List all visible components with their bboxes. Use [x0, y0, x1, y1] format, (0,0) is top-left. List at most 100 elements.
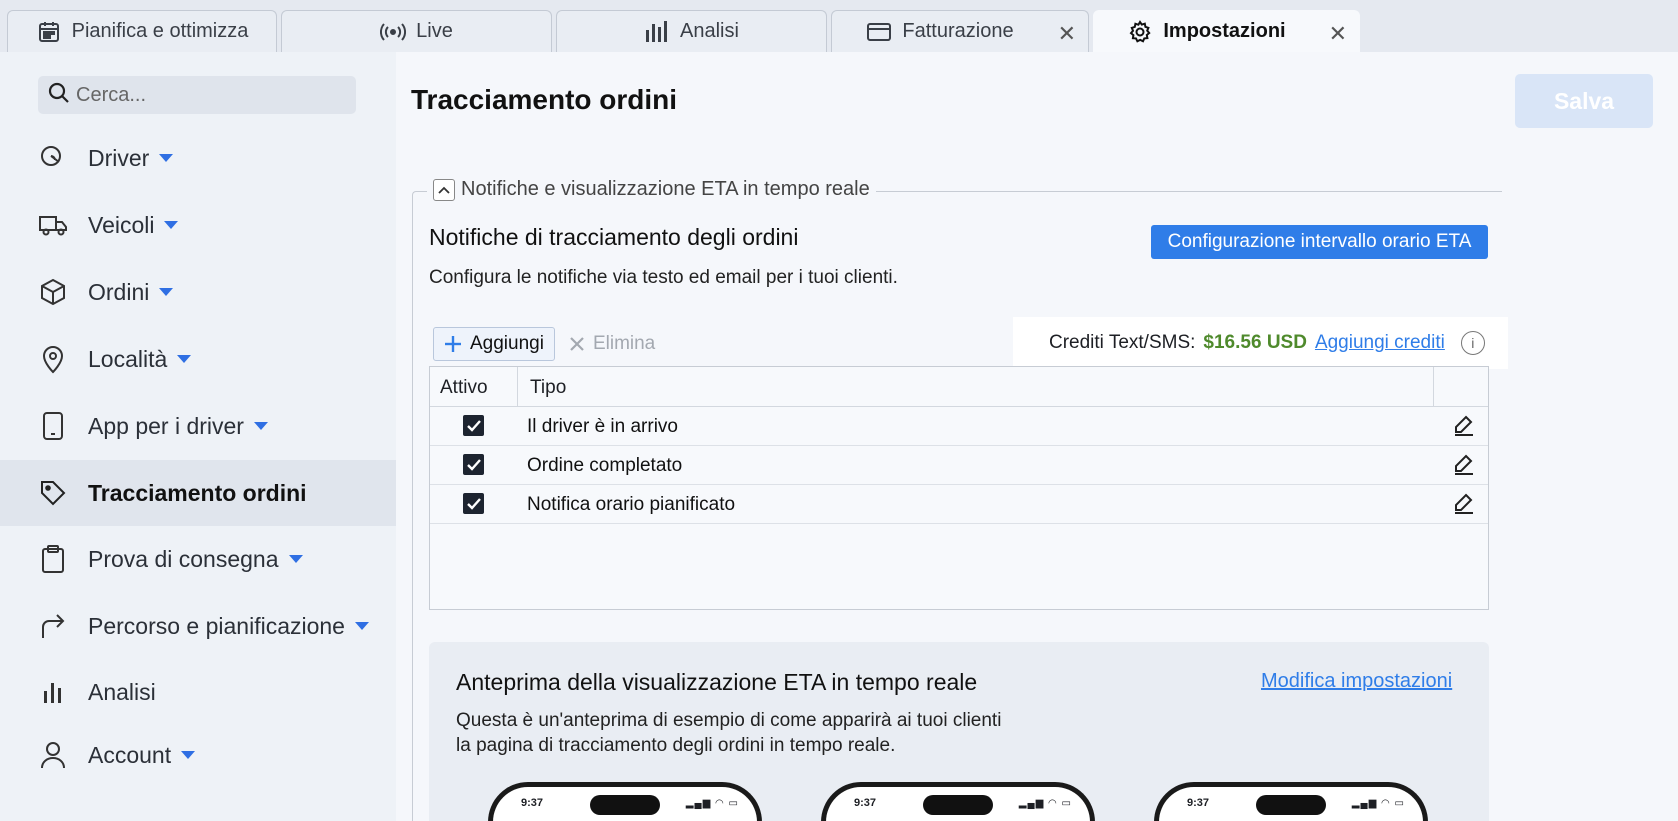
- chevron-down-icon: [181, 751, 196, 759]
- phone-notch: [923, 795, 993, 815]
- chevron-down-icon: [354, 622, 369, 630]
- sidebar-item-percorso[interactable]: Percorso e pianificazione: [0, 593, 396, 659]
- row-type: Ordine completato: [527, 455, 683, 476]
- tab-live[interactable]: Live: [281, 10, 552, 52]
- pencil-icon[interactable]: [1452, 491, 1478, 517]
- tab-analisi[interactable]: Analisi: [556, 10, 827, 52]
- info-icon[interactable]: i: [1460, 331, 1485, 355]
- tab-label: Analisi: [680, 20, 739, 42]
- chevron-down-icon: [159, 154, 174, 162]
- table-row[interactable]: Ordine completato: [430, 446, 1488, 485]
- chevron-down-icon: [177, 355, 192, 363]
- main-content: Tracciamento ordini Salva Notifiche e vi…: [396, 52, 1678, 821]
- checkmark-icon: [466, 458, 481, 471]
- tab-fatturazione[interactable]: Fatturazione ✕: [831, 10, 1089, 52]
- column-divider: [517, 367, 518, 407]
- sidebar-item-veicoli[interactable]: Veicoli: [0, 192, 396, 258]
- signal-icon: ▂▄▆ ◠ ▭: [685, 798, 739, 809]
- page-title: Tracciamento ordini: [411, 84, 678, 115]
- tab-label: Impostazioni: [1163, 20, 1286, 42]
- sidebar-item-label: Ordini: [88, 278, 150, 305]
- sidebar-item-label: Driver: [88, 144, 150, 171]
- sidebar-item-label: Località: [88, 345, 168, 372]
- sidebar-item-tracciamento-ordini[interactable]: Tracciamento ordini: [0, 460, 396, 526]
- sidebar-item-label: Analisi: [88, 678, 156, 705]
- notifications-title: Notifiche di tracciamento degli ordini: [429, 224, 799, 250]
- signal-icon: ▂▄▆ ◠ ▭: [1351, 798, 1405, 809]
- sidebar-item-label: Tracciamento ordini: [88, 479, 307, 506]
- edit-settings-link[interactable]: Modifica impostazioni: [1261, 670, 1452, 693]
- bar-chart-icon: [38, 677, 68, 707]
- sidebar-item-analisi[interactable]: Analisi: [0, 659, 396, 725]
- phone-time: 9:37: [1187, 797, 1210, 809]
- preview-description-line: la pagina di tracciamento degli ordini i…: [456, 735, 896, 756]
- sidebar-item-ordini[interactable]: Ordini: [0, 259, 396, 325]
- close-icon[interactable]: ✕: [1329, 21, 1347, 47]
- tab-label: Fatturazione: [902, 20, 1014, 42]
- active-checkbox[interactable]: [463, 493, 484, 514]
- sidebar-item-label: Percorso e pianificazione: [88, 612, 345, 639]
- collapse-toggle[interactable]: [433, 178, 455, 201]
- broadcast-icon: [380, 19, 407, 45]
- search-icon: [48, 82, 70, 109]
- tab-pianifica[interactable]: Pianifica e ottimizza: [7, 10, 277, 52]
- column-header-tipo[interactable]: Tipo: [530, 377, 566, 399]
- preview-description: Questa è un'anteprima di esempio di come…: [456, 708, 1016, 758]
- clipboard-icon: [38, 544, 68, 574]
- phone-preview: 9:37 ▂▄▆ ◠ ▭: [1154, 782, 1428, 821]
- sidebar-item-label: Prova di consegna: [88, 545, 279, 572]
- tab-label: Pianifica e ottimizza: [71, 20, 249, 42]
- table-row[interactable]: Il driver è in arrivo: [430, 407, 1488, 446]
- notifications-subtitle: Configura le notifiche via testo ed emai…: [429, 267, 898, 288]
- section-legend-label: Notifiche e visualizzazione ETA in tempo…: [461, 178, 870, 200]
- delete-label: Elimina: [592, 333, 656, 354]
- column-header-attivo[interactable]: Attivo: [440, 377, 488, 399]
- sidebar-item-localita[interactable]: Località: [0, 326, 396, 392]
- pencil-icon[interactable]: [1452, 452, 1478, 478]
- add-credits-link[interactable]: Aggiungi crediti: [1315, 332, 1445, 354]
- chevron-up-icon: [438, 186, 450, 194]
- phone-preview: 9:37 ▂▄▆ ◠ ▭: [821, 782, 1095, 821]
- sidebar-item-label: Veicoli: [88, 211, 155, 238]
- phone-time: 9:37: [854, 797, 877, 809]
- phone-icon: [38, 411, 68, 441]
- table-header: Attivo Tipo: [430, 367, 1488, 407]
- chevron-down-icon: [159, 288, 174, 296]
- preview-description-line: Questa è un'anteprima di esempio di come…: [456, 710, 1002, 731]
- add-button[interactable]: Aggiungi: [433, 327, 555, 361]
- search-input[interactable]: [76, 83, 346, 107]
- close-icon[interactable]: ✕: [1058, 21, 1076, 47]
- active-checkbox[interactable]: [463, 454, 484, 475]
- calendar-icon: [36, 19, 62, 45]
- route-arrow-icon: [38, 611, 68, 641]
- eta-config-button[interactable]: Configurazione intervallo orario ETA: [1151, 225, 1488, 259]
- tag-icon: [38, 478, 68, 508]
- location-pin-icon: [38, 344, 68, 374]
- sms-credits-panel: Crediti Text/SMS: $16.56 USD Aggiungi cr…: [1013, 317, 1508, 369]
- active-checkbox[interactable]: [463, 415, 484, 436]
- delete-button[interactable]: Elimina: [569, 327, 655, 361]
- chevron-down-icon: [164, 221, 179, 229]
- preview-title: Anteprima della visualizzazione ETA in t…: [456, 669, 978, 695]
- sidebar-item-label: Account: [88, 741, 172, 768]
- sidebar-item-account[interactable]: Account: [0, 722, 396, 788]
- tab-impostazioni[interactable]: Impostazioni ✕: [1093, 10, 1360, 52]
- sidebar-item-label: App per i driver: [88, 412, 244, 439]
- package-icon: [38, 277, 68, 307]
- chevron-down-icon: [253, 422, 268, 430]
- sidebar-item-driver[interactable]: Driver: [0, 125, 396, 191]
- search-box: [38, 76, 356, 114]
- gear-icon: [1127, 19, 1153, 45]
- sidebar-item-prova-consegna[interactable]: Prova di consegna: [0, 526, 396, 592]
- table-row[interactable]: Notifica orario pianificato: [430, 485, 1488, 524]
- user-icon: [38, 740, 68, 770]
- section-legend: Notifiche e visualizzazione ETA in tempo…: [427, 178, 876, 201]
- pencil-icon[interactable]: [1452, 413, 1478, 439]
- tab-label: Live: [416, 20, 453, 42]
- signal-icon: ▂▄▆ ◠ ▭: [1018, 798, 1072, 809]
- plus-icon: [445, 336, 461, 352]
- sidebar-item-app-driver[interactable]: App per i driver: [0, 393, 396, 459]
- save-button[interactable]: Salva: [1515, 74, 1653, 128]
- driver-icon: [38, 143, 68, 173]
- chevron-down-icon: [288, 555, 303, 563]
